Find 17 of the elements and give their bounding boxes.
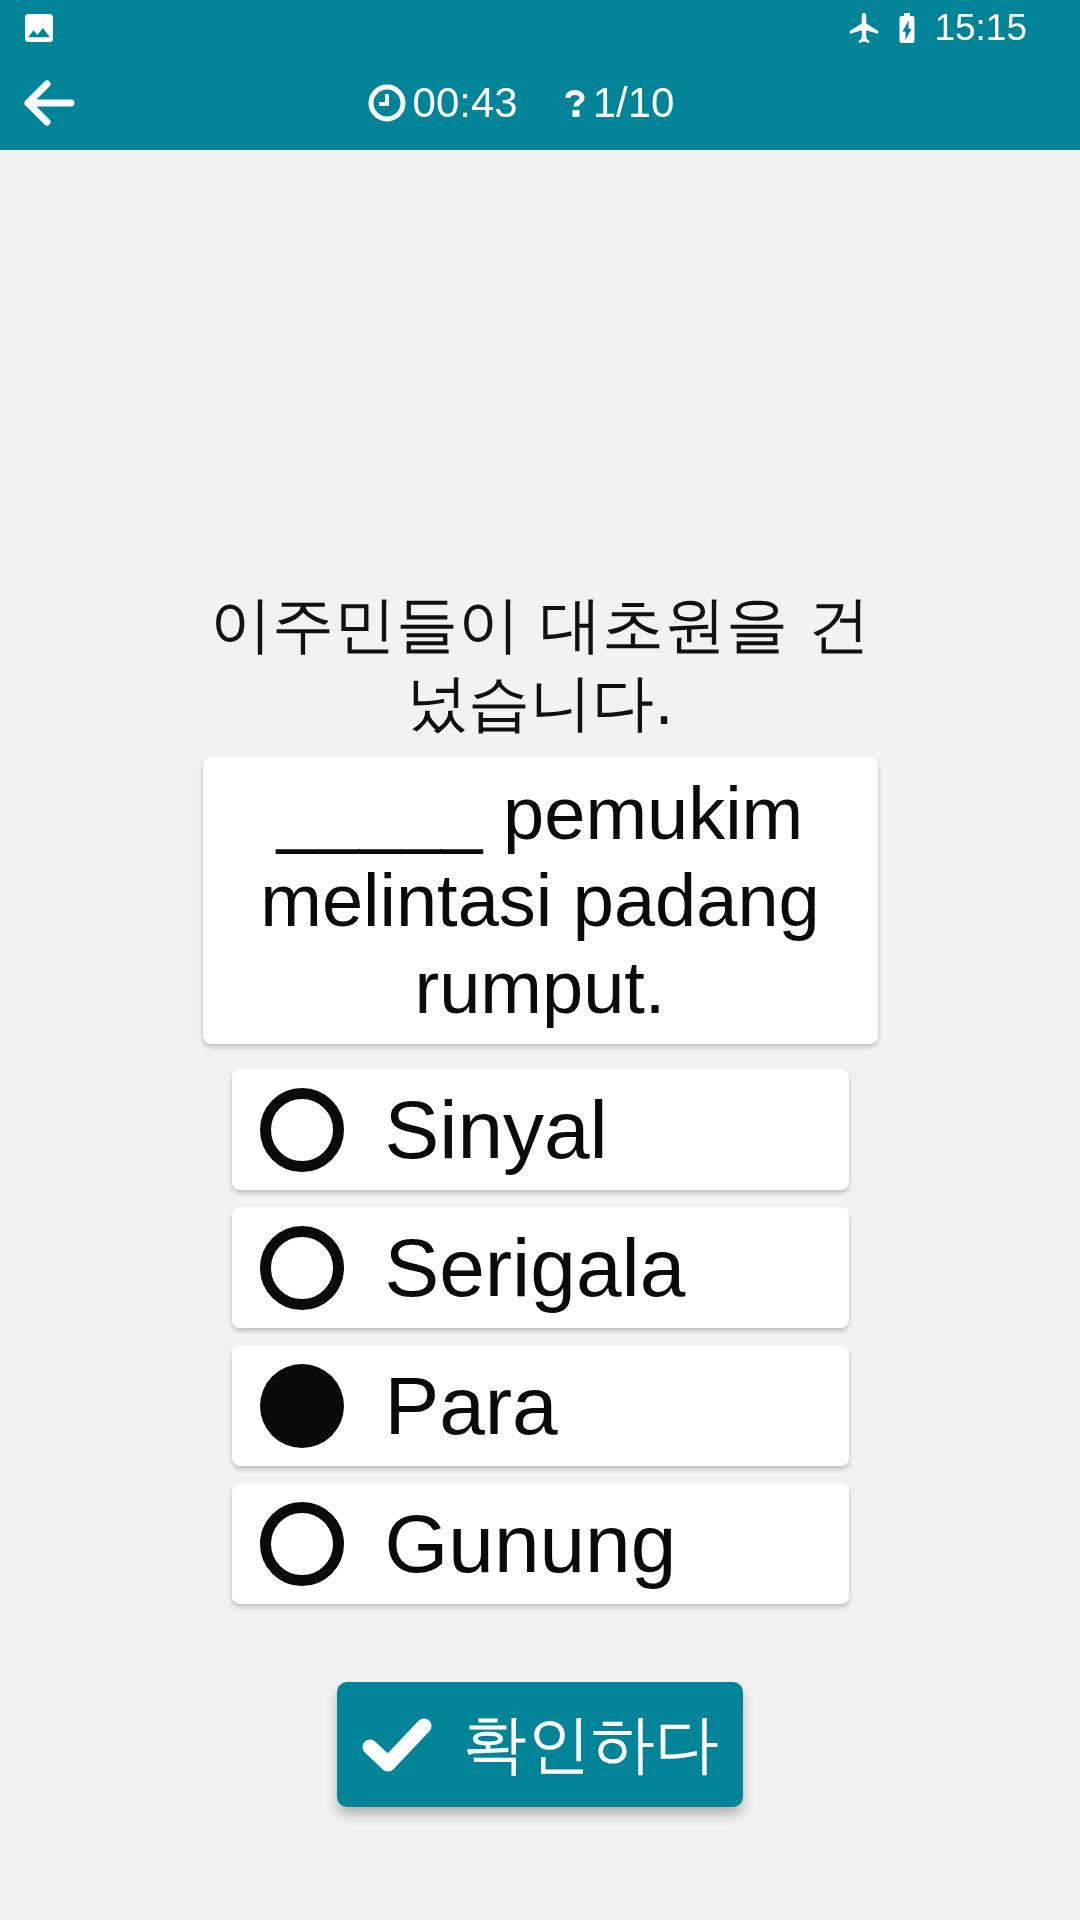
prompt-text: 이주민들이 대초원을 건넜습니다. [209,587,871,741]
arrow-left-icon[interactable] [23,80,75,126]
answer-option[interactable]: Serigala [231,1207,849,1328]
airplane-icon [848,13,881,43]
question-counter: 1/10 [592,79,675,127]
answer-option[interactable]: Sinyal [231,1069,849,1190]
timer-text: 00:43 [412,79,518,127]
battery-charging-icon [897,13,918,43]
confirm-button[interactable]: 확인하다 [337,1682,743,1807]
answer-option[interactable]: Para [231,1345,849,1466]
question-mark-icon [564,89,585,117]
checkmark-icon [361,1716,433,1773]
image-icon [25,14,53,42]
status-time: 15:15 [934,8,1027,48]
clock-icon [367,84,406,122]
answer-option[interactable]: Gunung [231,1483,849,1604]
sentence-card: _____ pemukim melintasi padang rumput. [202,757,878,1044]
